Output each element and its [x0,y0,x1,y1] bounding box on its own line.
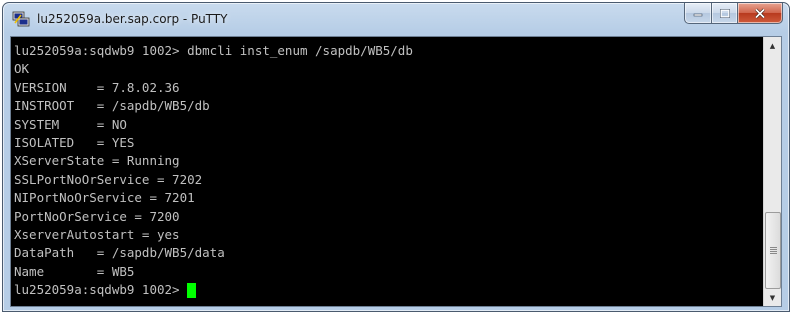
window-title: lu252059a.ber.sap.corp - PuTTY [37,12,228,26]
terminal-line: lu252059a:sqdwb9 1002> dbmcli inst_enum … [14,43,413,58]
terminal-line: SSLPortNoOrService = 7202 [14,171,203,187]
grip-icon [770,247,777,254]
terminal-line: XserverAutostart = yes [14,227,180,242]
terminal-line: OK [14,61,30,77]
scroll-down-button[interactable]: ▼ [764,289,781,306]
terminal-line: NIPortNoOrService = 7201 [14,190,195,206]
terminal-line: PortNoOrService = 7200 [14,208,180,224]
close-button[interactable] [738,3,783,24]
close-icon [754,7,766,19]
minimize-button[interactable] [684,3,712,24]
maximize-icon [719,8,730,18]
scroll-up-button[interactable]: ▲ [764,37,781,54]
terminal-line: DataPath = /sapdb/WB5/data [14,245,225,261]
terminal-line: INSTROOT = /sapdb/WB5/db [14,98,210,114]
terminal-area[interactable]: lu252059a:sqdwb9 1002> dbmcli inst_enum … [11,37,763,306]
maximize-button[interactable] [712,3,738,24]
terminal-line: XServerState = Running [14,153,180,169]
terminal-line: Name = WB5 [14,263,135,279]
vertical-scrollbar[interactable]: ▲ ▼ [763,37,781,306]
putty-window: lu252059a.ber.sap.corp - PuTTY lu252059a… [2,2,790,312]
putty-icon[interactable] [12,11,30,27]
terminal-line: lu252059a:sqdwb9 1002> [14,282,188,298]
title-bar[interactable]: lu252059a.ber.sap.corp - PuTTY [3,3,789,36]
terminal-frame: lu252059a:sqdwb9 1002> dbmcli inst_enum … [10,36,782,307]
arrow-up-icon: ▲ [769,41,776,50]
terminal-line: SYSTEM = NO [14,116,127,132]
terminal-line: ISOLATED = YES [14,135,135,150]
arrow-down-icon: ▼ [769,293,776,302]
text-cursor [187,283,197,299]
terminal-line: VERSION = 7.8.02.36 [14,79,180,95]
scrollbar-thumb[interactable] [765,212,781,289]
caption-buttons [684,3,783,24]
minimize-icon [693,13,703,17]
